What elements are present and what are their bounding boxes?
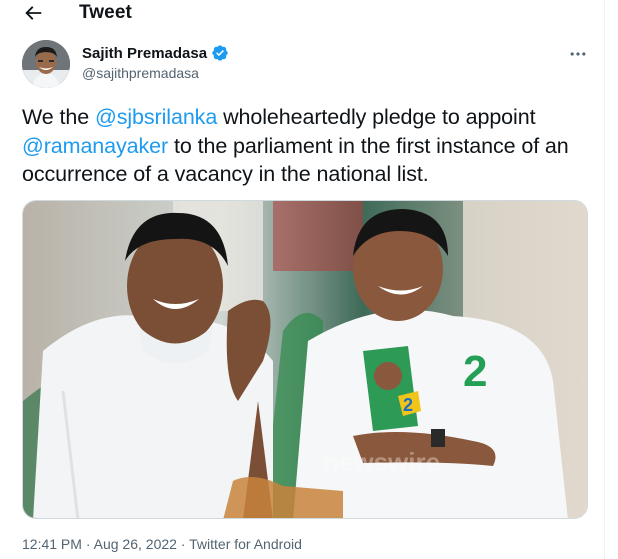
- more-horizontal-icon[interactable]: [568, 44, 588, 64]
- tweet-time[interactable]: 12:41 PM: [22, 536, 82, 552]
- avatar[interactable]: [22, 40, 70, 88]
- tweet-photo[interactable]: 2 2 newswire: [22, 200, 588, 519]
- jersey-number: 2: [463, 347, 487, 396]
- tweet-author: Sajith Premadasa @sajithpremadasa: [22, 40, 588, 88]
- tweet-text: We the @sjbsrilanka wholeheartedly pledg…: [22, 103, 592, 189]
- author-names: Sajith Premadasa @sajithpremadasa: [82, 43, 229, 81]
- meta-separator: ·: [85, 536, 91, 552]
- photo-two-men-laughing: 2 2 newswire: [23, 201, 587, 518]
- tweet-detail-column: Tweet Sajith Premadasa @sajithpremadasa …: [0, 0, 605, 559]
- author-name-row: Sajith Premadasa: [82, 43, 229, 63]
- author-display-name[interactable]: Sajith Premadasa: [82, 45, 207, 62]
- avatar-image: [22, 40, 70, 88]
- tweet-timestamp-row: 12:41 PM · Aug 26, 2022 · Twitter for An…: [22, 536, 302, 552]
- tweet-text-part: wholeheartedly pledge to appoint: [217, 105, 536, 129]
- author-handle[interactable]: @sajithpremadasa: [82, 65, 229, 81]
- page-title: Tweet: [79, 2, 132, 23]
- mention-ramanayaker[interactable]: @ramanayaker: [22, 134, 168, 158]
- arrow-left-icon[interactable]: [22, 2, 44, 24]
- page-header: Tweet: [0, 0, 605, 28]
- tweet-date[interactable]: Aug 26, 2022: [94, 536, 177, 552]
- meta-separator: ·: [180, 536, 186, 552]
- tweet-text-part: We the: [22, 105, 95, 129]
- photo-watermark: newswire: [323, 447, 440, 477]
- verified-badge-icon: [212, 45, 228, 61]
- sticker-number: 2: [403, 395, 413, 415]
- mention-sjbsrilanka[interactable]: @sjbsrilanka: [95, 105, 217, 129]
- tweet-source: Twitter for Android: [189, 536, 302, 552]
